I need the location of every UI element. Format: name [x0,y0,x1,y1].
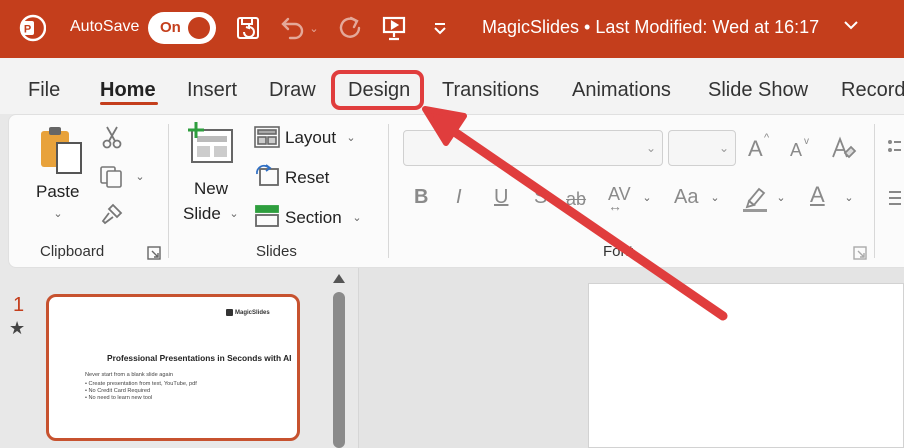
shrink-font-icon[interactable]: A [790,140,802,161]
thumbnail-brand: MagicSlides [235,310,270,316]
customize-toolbar-icon[interactable] [424,12,456,44]
font-size-combo[interactable]: ⌄ [668,130,736,166]
slides-group-label: Slides [256,243,297,260]
clipboard-group-label: Clipboard [40,243,105,260]
new-slide-label-1[interactable]: New [194,179,228,199]
paste-label[interactable]: Paste [36,182,79,202]
title-bar: P AutoSave On ⌄ MagicSlides • Last Modif… [0,0,904,58]
font-launcher-icon[interactable] [852,245,868,261]
shrink-font-caret: v [804,136,809,147]
section-icon[interactable] [254,204,280,228]
powerpoint-logo-icon: P [18,14,47,42]
font-color-chevron-icon[interactable]: ⌄ [842,190,856,204]
group-divider [168,124,169,258]
highlight-chevron-icon[interactable]: ⌄ [774,190,788,204]
cut-icon[interactable] [100,124,124,150]
underline-button[interactable]: U [494,186,508,209]
layout-chevron-icon[interactable]: ⌄ [344,130,358,144]
title-chevron-down-icon[interactable] [842,16,860,39]
autosave-label: AutoSave [70,18,140,35]
highlight-pen-icon[interactable] [740,182,770,214]
tab-file[interactable]: File [28,79,60,102]
save-icon[interactable] [232,12,264,44]
clear-formatting-icon[interactable] [828,134,858,164]
align-left-icon[interactable] [886,188,902,208]
format-painter-icon[interactable] [98,200,126,228]
thumbnail-line: • No need to learn new tool [85,395,153,401]
undo-chevron-icon[interactable]: ⌄ [304,12,324,44]
section-chevron-icon[interactable]: ⌄ [350,210,364,224]
reset-icon[interactable] [254,164,280,188]
copy-icon[interactable] [98,164,126,190]
bold-button[interactable]: B [414,186,428,209]
font-group-label: Font [603,243,634,260]
strikeout-button[interactable]: ab [566,189,586,210]
section-label[interactable]: Section [285,208,342,228]
autosave-state: On [160,19,181,36]
group-divider [874,124,875,258]
brand-logo-icon [226,309,233,316]
case-chevron-icon[interactable]: ⌄ [708,190,722,204]
tab-slide-show[interactable]: Slide Show [708,79,808,102]
change-case-button[interactable]: Aa [674,186,698,209]
scrollbar-thumb[interactable] [333,292,345,448]
italic-button[interactable]: I [456,186,462,209]
copy-chevron-icon[interactable]: ⌄ [132,168,148,184]
design-tab-highlight [331,70,424,110]
tab-transitions[interactable]: Transitions [442,79,539,102]
tab-draw[interactable]: Draw [269,79,316,102]
ribbon-tabs: File Home Insert Draw Design Transitions… [0,58,904,114]
slide-number: 1 [13,294,25,316]
thumbnail-line: • Create presentation from text, YouTube… [85,381,197,387]
thumbnail-title: Professional Presentations in Seconds wi… [107,353,292,363]
bullets-icon[interactable] [886,138,902,158]
tab-insert[interactable]: Insert [187,79,237,102]
paste-icon[interactable] [36,124,86,176]
document-title[interactable]: MagicSlides • Last Modified: Wed at 16:1… [482,17,819,38]
new-slide-icon[interactable] [184,120,236,168]
tab-record[interactable]: Record [841,79,904,102]
strikethrough-button[interactable]: S [534,186,547,209]
clipboard-launcher-icon[interactable] [146,245,162,261]
spacing-chevron-icon[interactable]: ⌄ [640,190,654,204]
animation-star-icon: ★ [9,318,26,338]
paste-chevron-icon[interactable]: ⌄ [50,205,66,221]
thumbnail-scrollbar[interactable] [331,272,347,448]
active-tab-indicator [100,102,158,105]
group-divider [388,124,389,258]
spacing-arrows-icon: ↔ [608,198,622,214]
thumbnail-line: Never start from a blank slide again [85,372,173,378]
tab-home[interactable]: Home [100,79,156,102]
svg-text:P: P [24,24,31,36]
grow-font-caret: ^ [764,132,770,144]
font-color-button[interactable]: A [810,182,825,208]
present-icon[interactable] [378,12,410,44]
grow-font-icon[interactable]: A [748,136,763,162]
slide-thumbnail[interactable]: MagicSlides Professional Presentations i… [46,294,300,441]
autosave-toggle[interactable]: On [148,12,216,44]
redo-icon[interactable] [334,12,366,44]
tab-animations[interactable]: Animations [572,79,671,102]
slide-canvas[interactable] [588,283,904,448]
thumbnail-line: • No Credit Card Required [85,388,151,394]
font-name-combo[interactable]: ⌄ [403,130,663,166]
toggle-knob [188,17,210,39]
layout-label[interactable]: Layout [285,128,336,148]
new-slide-chevron-icon[interactable]: ⌄ [226,205,242,221]
layout-icon[interactable] [254,126,280,148]
reset-label[interactable]: Reset [285,168,329,188]
new-slide-label-2[interactable]: Slide [183,204,221,224]
scroll-up-icon[interactable] [333,274,345,283]
